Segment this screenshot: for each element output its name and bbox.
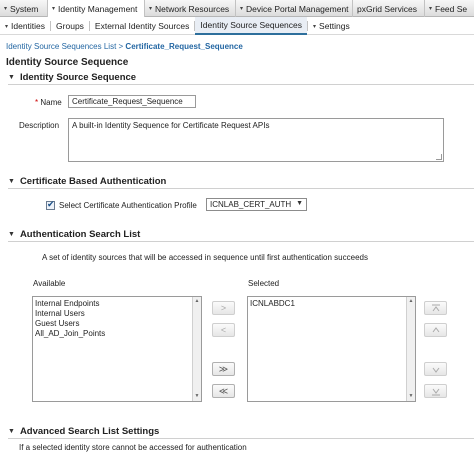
identity-section-header[interactable]: ▼ Identity Source Sequence bbox=[8, 71, 474, 85]
scroll-down-icon[interactable]: ▼ bbox=[407, 392, 415, 401]
scroll-down-icon[interactable]: ▼ bbox=[193, 392, 201, 401]
triangle-down-icon: ▼ bbox=[8, 231, 15, 238]
tab-label: Groups bbox=[56, 21, 84, 31]
triangle-down-icon: ▾ bbox=[4, 6, 8, 12]
top-nav: ▾ System ▾ Identity Management ▾ Network… bbox=[0, 0, 474, 17]
move-up-button[interactable] bbox=[424, 323, 447, 337]
tab-identity-source-sequences[interactable]: Identity Source Sequences bbox=[195, 17, 308, 35]
triangle-down-icon: ▼ bbox=[8, 428, 15, 435]
name-label-text: Name bbox=[40, 98, 62, 107]
top-nav-label: Network Resources bbox=[155, 3, 230, 14]
triangle-down-icon: ▾ bbox=[149, 6, 153, 12]
breadcrumb-parent-link[interactable]: Identity Source Sequences List bbox=[6, 42, 116, 51]
move-to-bottom-icon bbox=[431, 388, 440, 396]
triangle-down-icon: ▾ bbox=[240, 6, 244, 12]
list-item[interactable]: Internal Endpoints bbox=[33, 299, 201, 309]
move-down-icon bbox=[432, 367, 439, 373]
selected-scrollbar[interactable]: ▲ ▼ bbox=[406, 297, 415, 401]
available-label: Available bbox=[33, 279, 66, 288]
triangle-down-icon: ▼ bbox=[8, 178, 15, 185]
scroll-up-icon[interactable]: ▲ bbox=[407, 297, 415, 306]
tab-label: Settings bbox=[319, 21, 350, 31]
selected-label: Selected bbox=[248, 279, 280, 288]
top-nav-network-resources[interactable]: ▾ Network Resources bbox=[145, 0, 236, 17]
name-input-value: Certificate_Request_Sequence bbox=[72, 97, 183, 106]
description-value: A built-in Identity Sequence for Certifi… bbox=[72, 121, 270, 130]
triangle-down-icon: ▾ bbox=[5, 23, 9, 30]
move-all-left-button[interactable]: ≪ bbox=[212, 384, 235, 398]
section-title: Certificate Based Authentication bbox=[19, 176, 167, 187]
selected-listbox[interactable]: ICNLABDC1 ▲ ▼ bbox=[247, 296, 416, 402]
breadcrumb: Identity Source Sequences List > Certifi… bbox=[6, 42, 243, 51]
tab-identities[interactable]: ▾ Identities bbox=[0, 17, 50, 35]
move-right-label: > bbox=[220, 303, 227, 313]
top-nav-feed-services[interactable]: ▾ Feed Se bbox=[425, 0, 474, 17]
description-label: Description bbox=[19, 121, 60, 130]
breadcrumb-current: Certificate_Request_Sequence bbox=[125, 42, 243, 51]
cert-profile-checkbox[interactable]: ✔ bbox=[46, 199, 55, 210]
move-to-top-icon bbox=[431, 304, 440, 312]
section-title: Advanced Search List Settings bbox=[19, 426, 160, 437]
search-section-header[interactable]: ▼ Authentication Search List bbox=[8, 228, 474, 242]
advanced-note: If a selected identity store cannot be a… bbox=[19, 443, 247, 452]
page-title: Identity Source Sequence bbox=[6, 57, 129, 68]
cert-section-header[interactable]: ▼ Certificate Based Authentication bbox=[8, 175, 474, 189]
move-down-button[interactable] bbox=[424, 362, 447, 376]
scroll-up-icon[interactable]: ▲ bbox=[193, 297, 201, 306]
move-to-top-button[interactable] bbox=[424, 301, 447, 315]
top-nav-label: Device Portal Management bbox=[246, 3, 349, 14]
list-item[interactable]: All_AD_Join_Points bbox=[33, 329, 201, 339]
move-left-button[interactable]: < bbox=[212, 323, 235, 337]
required-mark: * bbox=[35, 98, 39, 107]
section-title: Authentication Search List bbox=[19, 229, 141, 240]
section-title: Identity Source Sequence bbox=[19, 72, 137, 83]
top-nav-label: Feed Se bbox=[435, 3, 468, 14]
tab-external-identity-sources[interactable]: External Identity Sources bbox=[90, 17, 195, 35]
move-all-right-button[interactable]: ≫ bbox=[212, 362, 235, 376]
list-item[interactable]: Internal Users bbox=[33, 309, 201, 319]
triangle-down-icon: ▼ bbox=[8, 74, 15, 81]
dropdown-arrow-icon: ▼ bbox=[296, 200, 303, 207]
move-all-left-label: ≪ bbox=[218, 386, 229, 396]
move-up-icon bbox=[432, 327, 439, 333]
tab-settings[interactable]: ▾ Settings bbox=[308, 17, 355, 35]
name-label: * Name bbox=[35, 98, 62, 107]
available-listbox[interactable]: Internal Endpoints Internal Users Guest … bbox=[32, 296, 202, 402]
sub-nav: ▾ Identities Groups External Identity So… bbox=[0, 17, 474, 35]
available-scrollbar[interactable]: ▲ ▼ bbox=[192, 297, 201, 401]
cert-profile-checkbox-label: Select Certificate Authentication Profil… bbox=[59, 201, 197, 210]
move-to-bottom-button[interactable] bbox=[424, 384, 447, 398]
resize-grip-icon[interactable] bbox=[436, 154, 442, 160]
advanced-section-header[interactable]: ▼ Advanced Search List Settings bbox=[8, 425, 474, 439]
triangle-down-icon: ▾ bbox=[313, 23, 317, 30]
top-nav-system[interactable]: ▾ System bbox=[0, 0, 48, 17]
name-input[interactable]: Certificate_Request_Sequence bbox=[68, 95, 196, 108]
list-item[interactable]: Guest Users bbox=[33, 319, 201, 329]
search-list-description: A set of identity sources that will be a… bbox=[42, 253, 368, 262]
top-nav-pxgrid-services[interactable]: pxGrid Services bbox=[353, 0, 425, 17]
list-item[interactable]: ICNLABDC1 bbox=[248, 299, 415, 309]
checkmark-icon: ✔ bbox=[47, 199, 55, 209]
tab-groups[interactable]: Groups bbox=[51, 17, 89, 35]
top-nav-identity-management[interactable]: ▾ Identity Management bbox=[48, 0, 145, 17]
top-nav-label: Identity Management bbox=[58, 3, 138, 14]
move-left-label: < bbox=[220, 325, 227, 335]
triangle-down-icon: ▾ bbox=[429, 6, 433, 12]
tab-label: Identities bbox=[11, 21, 46, 31]
triangle-down-icon: ▾ bbox=[52, 6, 56, 12]
cert-profile-select[interactable]: ICNLAB_CERT_AUTH ▼ bbox=[206, 198, 307, 211]
cert-profile-value: ICNLAB_CERT_AUTH bbox=[210, 200, 292, 209]
description-textarea[interactable]: A built-in Identity Sequence for Certifi… bbox=[68, 118, 444, 162]
tab-label: External Identity Sources bbox=[94, 21, 190, 31]
top-nav-label: pxGrid Services bbox=[357, 3, 417, 14]
move-right-button[interactable]: > bbox=[212, 301, 235, 315]
tab-label: Identity Source Sequences bbox=[200, 20, 303, 30]
move-all-right-label: ≫ bbox=[218, 364, 229, 374]
top-nav-label: System bbox=[10, 3, 39, 14]
top-nav-device-portal-management[interactable]: ▾ Device Portal Management bbox=[236, 0, 353, 17]
